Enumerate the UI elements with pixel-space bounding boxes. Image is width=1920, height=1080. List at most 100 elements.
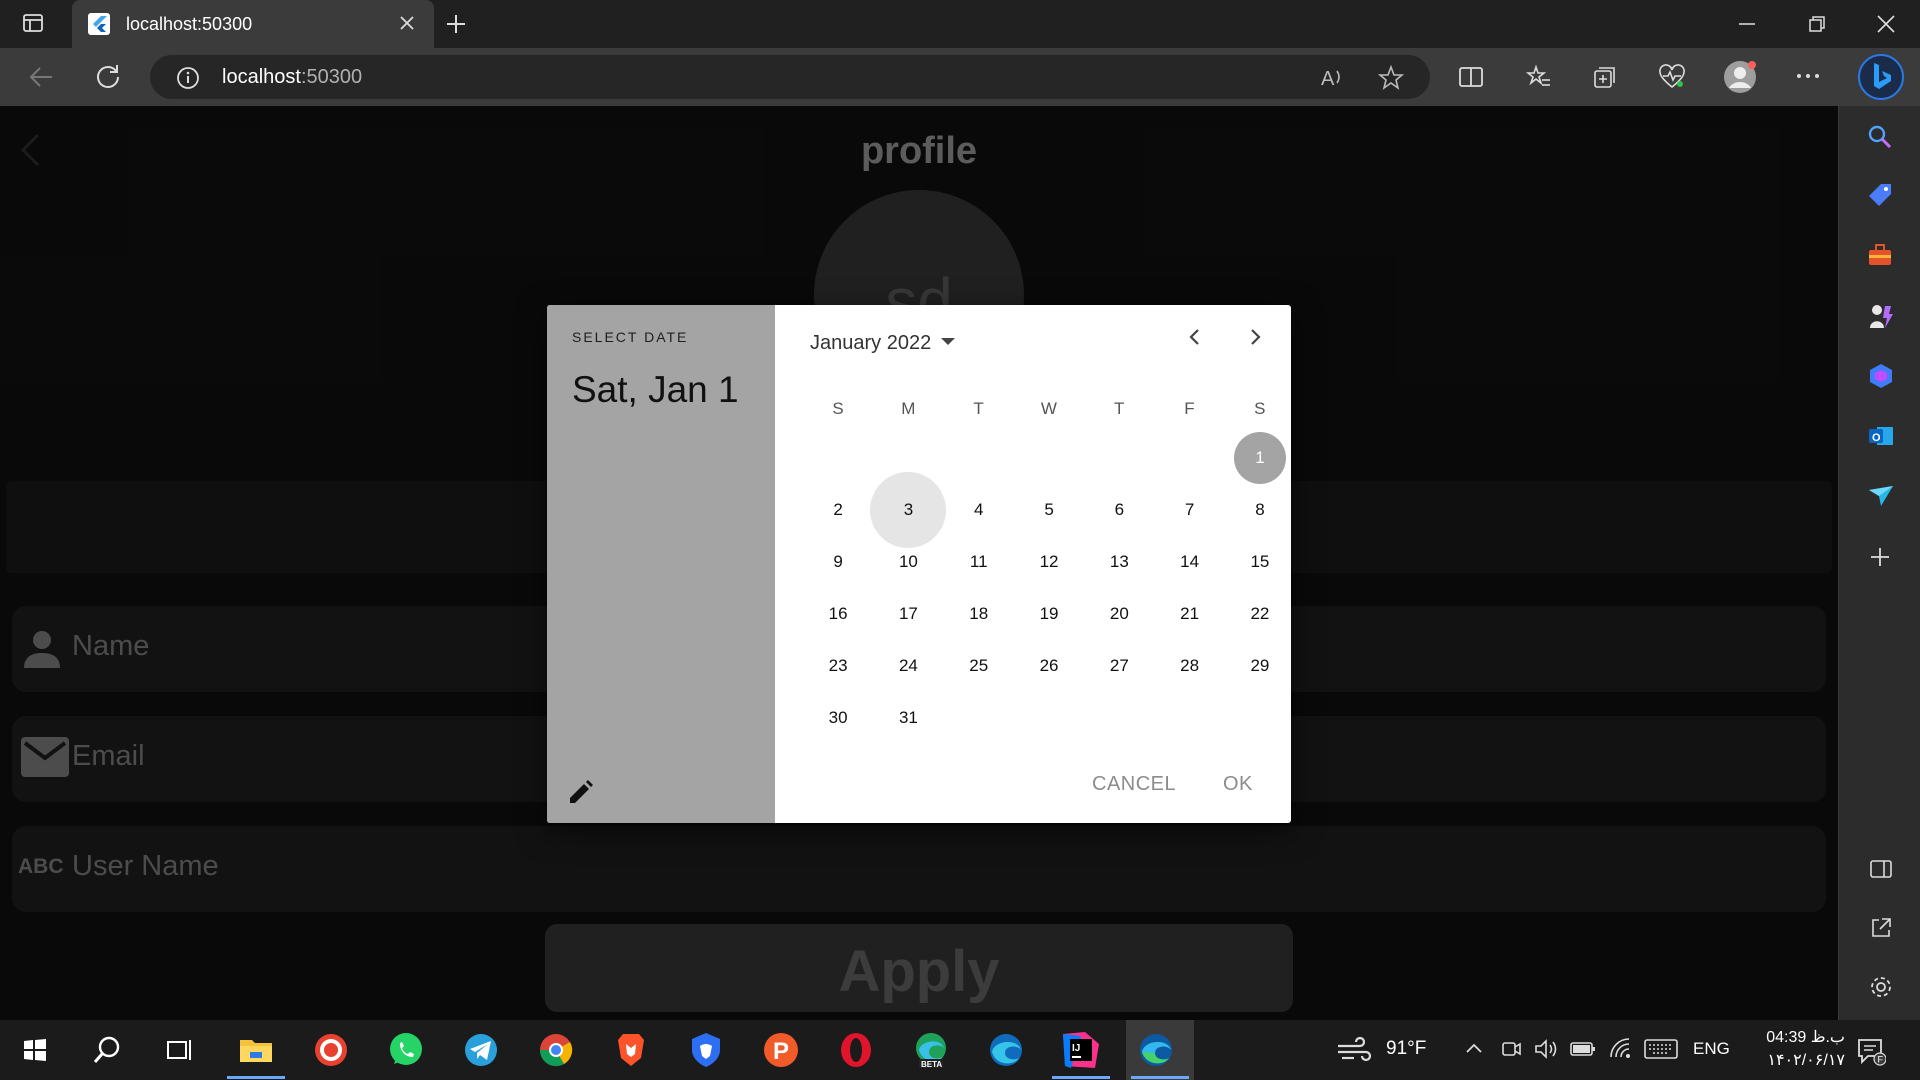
calendar-day[interactable]: 15 — [1234, 536, 1286, 588]
close-tab-icon[interactable] — [398, 14, 416, 32]
collections-icon[interactable] — [1592, 64, 1618, 90]
minimize-icon[interactable] — [1738, 22, 1756, 26]
favorite-star-icon[interactable] — [1378, 65, 1404, 91]
weekday-label: F — [1184, 399, 1195, 418]
show-hidden-icons-chevron-icon[interactable] — [1465, 1042, 1483, 1054]
calendar-day[interactable]: 31 — [882, 692, 934, 744]
site-info-icon[interactable] — [176, 66, 200, 90]
calendar-day[interactable]: 23 — [812, 640, 864, 692]
psiphon-icon[interactable]: P — [761, 1030, 801, 1070]
calendar-day[interactable]: 17 — [882, 588, 934, 640]
calendar-day[interactable]: 25 — [953, 640, 1005, 692]
calendar-day[interactable]: 27 — [1093, 640, 1145, 692]
browser-tab[interactable]: localhost:50300 — [72, 0, 434, 48]
outlook-icon[interactable]: O — [1867, 422, 1895, 450]
windows-taskbar: P BETA IJ 91°F ENG 04:39 ب.ظ ۱۴۰۲/۰۶/۱۷ … — [0, 1020, 1920, 1080]
read-aloud-icon[interactable]: A — [1320, 65, 1346, 89]
split-screen-icon[interactable] — [1458, 65, 1484, 89]
refresh-icon[interactable] — [94, 63, 122, 91]
start-icon[interactable] — [23, 1038, 47, 1062]
calendar-day[interactable]: 26 — [1023, 640, 1075, 692]
meet-now-icon[interactable] — [1500, 1038, 1522, 1060]
clock-date[interactable]: ۱۴۰۲/۰۶/۱۷ — [1745, 1050, 1845, 1070]
calendar-day[interactable]: 30 — [812, 692, 864, 744]
games-icon[interactable] — [1867, 302, 1895, 330]
next-month-icon[interactable] — [1243, 325, 1267, 349]
edge-sidebar: O — [1838, 106, 1920, 1020]
task-view-icon[interactable] — [166, 1037, 194, 1063]
calendar-day[interactable]: 29 — [1234, 640, 1286, 692]
edge-dev-icon[interactable] — [986, 1030, 1026, 1070]
shopping-tag-icon[interactable] — [1867, 182, 1893, 208]
tab-actions-icon[interactable] — [22, 12, 44, 34]
calendar-day[interactable]: 4 — [953, 484, 1005, 536]
calendar-day-selected[interactable]: 1 — [1233, 432, 1286, 484]
open-external-icon[interactable] — [1869, 916, 1893, 940]
favorites-icon[interactable] — [1526, 64, 1552, 90]
restore-icon[interactable] — [1808, 15, 1826, 33]
edge-beta-icon[interactable]: BETA — [911, 1030, 951, 1070]
calendar-day[interactable]: 9 — [812, 536, 864, 588]
calendar-day[interactable]: 7 — [1164, 484, 1216, 536]
new-tab-icon[interactable] — [444, 12, 468, 36]
calendar-day[interactable]: 6 — [1093, 484, 1145, 536]
close-window-icon[interactable] — [1876, 14, 1896, 34]
calendar-day[interactable]: 24 — [882, 640, 934, 692]
volume-icon[interactable] — [1534, 1038, 1558, 1060]
search-icon[interactable] — [1867, 124, 1893, 150]
month-year-dropdown[interactable]: January 2022 — [810, 332, 956, 355]
edit-pencil-icon[interactable] — [565, 777, 595, 807]
input-language[interactable]: ENG — [1693, 1039, 1730, 1059]
search-icon[interactable] — [92, 1035, 122, 1065]
chrome-icon[interactable] — [536, 1030, 576, 1070]
notifications-icon[interactable]: F — [1856, 1036, 1886, 1066]
calendar-day[interactable]: 20 — [1093, 588, 1145, 640]
hide-sidebar-icon[interactable] — [1869, 858, 1893, 880]
calendar-day[interactable]: 19 — [1023, 588, 1075, 640]
calendar-day[interactable]: 10 — [882, 536, 934, 588]
cancel-button[interactable]: CANCEL — [1092, 773, 1176, 796]
bing-copilot-icon[interactable] — [1856, 52, 1906, 102]
telegram-icon[interactable] — [461, 1030, 501, 1070]
drop-send-icon[interactable] — [1867, 484, 1895, 508]
calendar-day[interactable]: 21 — [1164, 588, 1216, 640]
touch-keyboard-icon[interactable] — [1644, 1038, 1678, 1060]
add-sidebar-app-icon[interactable] — [1869, 546, 1891, 568]
back-icon[interactable] — [28, 65, 54, 89]
weekday-label: T — [973, 399, 984, 418]
profile-avatar-icon[interactable] — [1722, 59, 1758, 95]
calendar-day[interactable]: 5 — [1023, 484, 1075, 536]
tools-briefcase-icon[interactable] — [1867, 242, 1893, 268]
calendar-day[interactable]: 2 — [812, 484, 864, 536]
intellij-icon[interactable]: IJ — [1061, 1030, 1101, 1070]
whatsapp-icon[interactable] — [386, 1030, 426, 1070]
weather-temperature[interactable]: 91°F — [1386, 1038, 1426, 1060]
brave-icon[interactable] — [611, 1030, 651, 1070]
calendar-day[interactable]: 11 — [953, 536, 1005, 588]
clock-time[interactable]: 04:39 ب.ظ — [1745, 1027, 1845, 1047]
file-explorer-icon[interactable] — [236, 1030, 276, 1070]
previous-month-icon[interactable] — [1183, 325, 1207, 349]
calendar-day[interactable]: 16 — [812, 588, 864, 640]
ok-button[interactable]: OK — [1223, 773, 1253, 796]
svg-text:P: P — [773, 1038, 789, 1065]
calendar-day[interactable]: 28 — [1164, 640, 1216, 692]
opera-icon[interactable] — [836, 1030, 876, 1070]
recorder-icon[interactable] — [311, 1030, 351, 1070]
file-explorer-active-indicator — [227, 1076, 285, 1079]
more-options-icon[interactable] — [1796, 72, 1820, 80]
battery-icon[interactable] — [1570, 1041, 1596, 1057]
shield-vpn-icon[interactable] — [686, 1030, 726, 1070]
wifi-icon[interactable] — [1608, 1036, 1632, 1060]
calendar-day[interactable]: 12 — [1023, 536, 1075, 588]
calendar-day[interactable]: 13 — [1093, 536, 1145, 588]
calendar-day[interactable]: 8 — [1234, 484, 1286, 536]
address-bar[interactable]: localhost:50300 A — [150, 55, 1430, 99]
copilot-icon[interactable] — [1867, 362, 1895, 390]
edge-icon[interactable] — [1136, 1030, 1176, 1070]
calendar-day[interactable]: 22 — [1234, 588, 1286, 640]
calendar-day[interactable]: 14 — [1164, 536, 1216, 588]
calendar-day[interactable]: 18 — [953, 588, 1005, 640]
sidebar-settings-gear-icon[interactable] — [1868, 974, 1894, 1000]
browser-essentials-icon[interactable] — [1658, 64, 1686, 90]
